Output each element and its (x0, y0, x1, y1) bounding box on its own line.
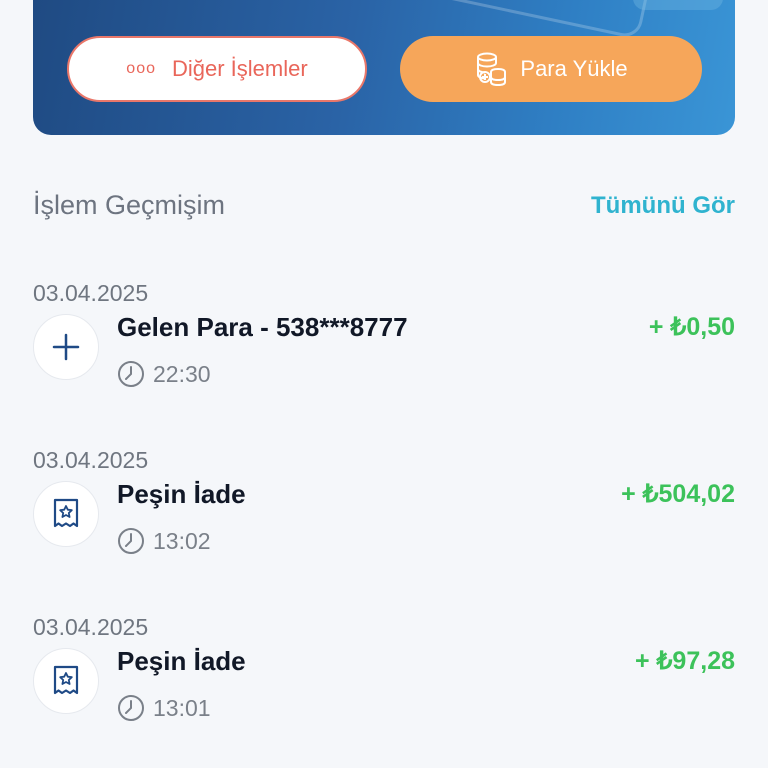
clock-icon (118, 361, 144, 387)
banner-decoration (407, 0, 655, 40)
history-title: İşlem Geçmişim (33, 190, 226, 220)
transaction-icon-container (33, 481, 99, 547)
other-transactions-label: Diğer İşlemler (172, 56, 308, 81)
banner-decoration (633, 0, 723, 10)
transaction-amount: + ₺504,02 (621, 480, 735, 508)
transaction-item[interactable]: 03.04.2025 Gelen Para - 538***8777 22:30… (33, 280, 735, 400)
transaction-time-text: 13:02 (153, 527, 211, 554)
transaction-time: 13:02 (117, 527, 211, 555)
transaction-amount: + ₺97,28 (634, 647, 735, 675)
transaction-date: 03.04.2025 (33, 280, 149, 306)
see-all-link[interactable]: Tümünü Gör (591, 192, 735, 220)
clock-icon (118, 528, 144, 554)
transaction-time: 13:01 (117, 694, 211, 722)
transaction-amount: + ₺0,50 (648, 313, 735, 341)
clock-icon (118, 695, 144, 721)
transaction-time-text: 22:30 (153, 360, 211, 387)
transaction-icon-container (33, 648, 99, 714)
coins-icon (477, 52, 507, 86)
receipt-star-icon (53, 665, 79, 695)
transaction-title: Peşin İade (117, 646, 246, 676)
receipt-star-icon (53, 498, 79, 528)
transaction-icon-container (33, 314, 99, 380)
transaction-title: Peşin İade (117, 479, 246, 509)
transaction-item[interactable]: 03.04.2025 Peşin İade 13:01 + ₺97,28 (33, 614, 735, 734)
transaction-item[interactable]: 03.04.2025 Peşin İade 13:02 + ₺504,02 (33, 447, 735, 567)
transaction-date: 03.04.2025 (33, 614, 149, 640)
other-transactions-button[interactable]: ooo Diğer İşlemler (67, 36, 367, 102)
top-up-button[interactable]: Para Yükle (400, 36, 702, 102)
transaction-time-text: 13:01 (153, 694, 211, 721)
more-dots-icon: ooo (126, 60, 156, 77)
transaction-time: 22:30 (117, 360, 211, 388)
plus-icon (52, 333, 80, 361)
transaction-title: Gelen Para - 538***8777 (117, 312, 408, 342)
top-up-label: Para Yükle (520, 56, 628, 81)
transaction-date: 03.04.2025 (33, 447, 149, 473)
